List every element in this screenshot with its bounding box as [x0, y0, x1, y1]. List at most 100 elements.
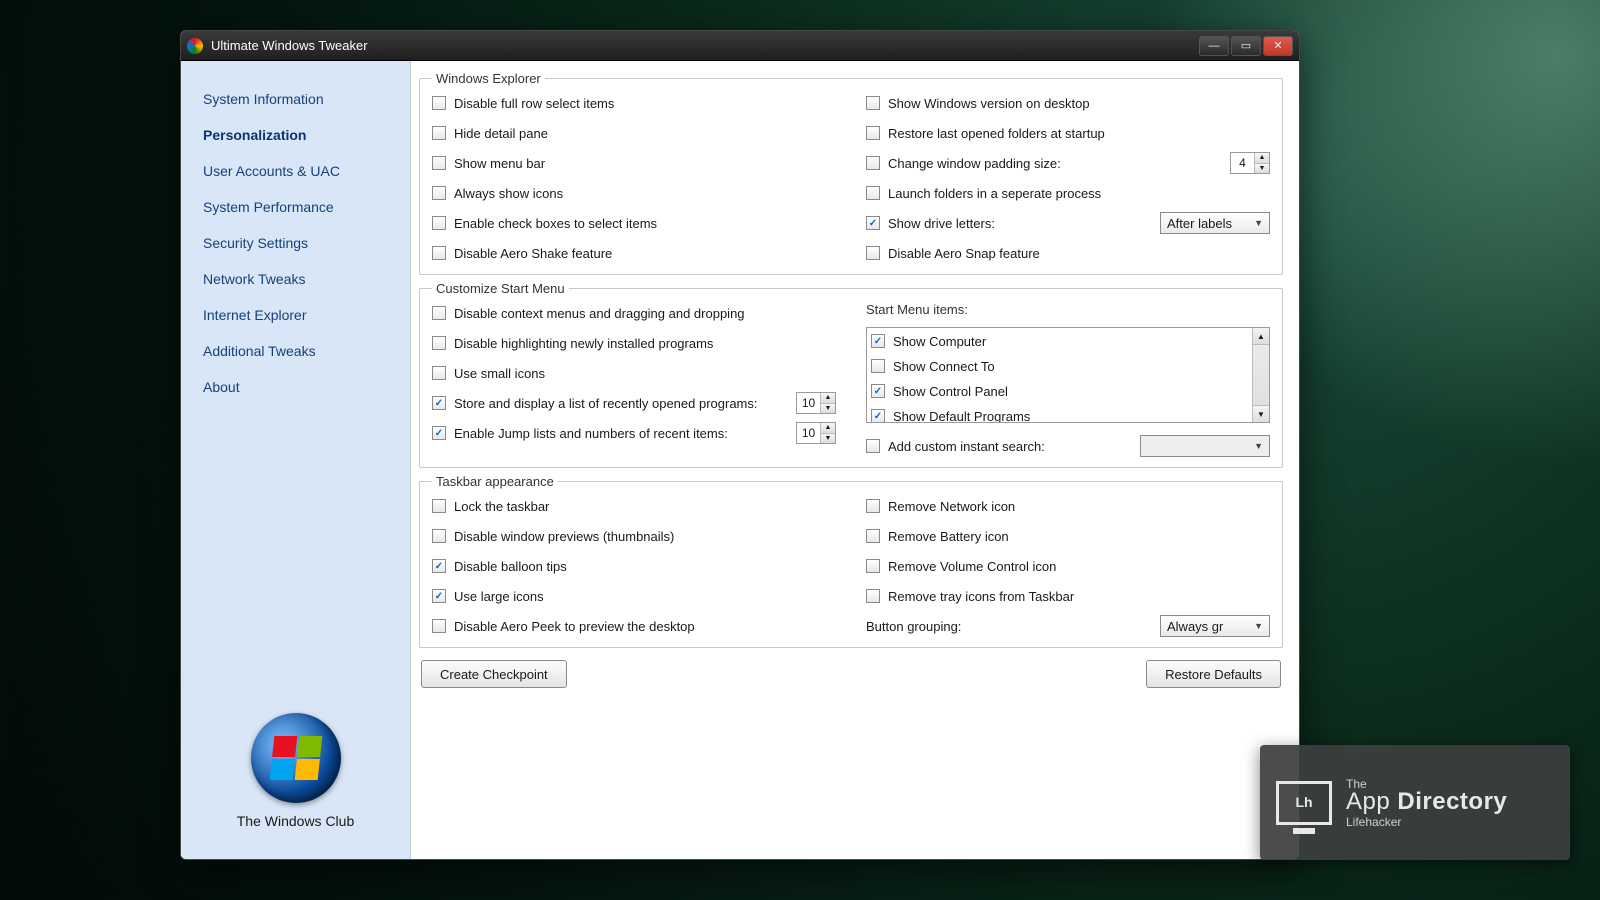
option-label: Launch folders in a seperate process — [888, 186, 1101, 201]
checkbox[interactable] — [432, 559, 446, 573]
checkbox[interactable] — [866, 126, 880, 140]
checkbox[interactable] — [432, 529, 446, 543]
badge-title-light: App — [1346, 788, 1390, 815]
sidebar-item-network-tweaks[interactable]: Network Tweaks — [181, 261, 410, 297]
checkbox[interactable] — [871, 409, 885, 422]
checkbox[interactable] — [432, 336, 446, 350]
checkbox[interactable] — [866, 529, 880, 543]
checkbox[interactable] — [866, 186, 880, 200]
checkbox[interactable] — [432, 216, 446, 230]
listbox-scrollbar[interactable]: ▲ ▼ — [1252, 328, 1269, 422]
windows-logo-icon — [251, 713, 341, 803]
option-label: Disable context menus and dragging and d… — [454, 306, 745, 321]
option-label: Hide detail pane — [454, 126, 548, 141]
option-label: Lock the taskbar — [454, 499, 549, 514]
option-label: Change window padding size: — [888, 156, 1222, 171]
badge-prefix: The — [1346, 777, 1367, 791]
list-item-label: Show Default Programs — [893, 409, 1030, 423]
minimize-button[interactable]: — — [1199, 36, 1229, 56]
group-windows-explorer: Windows Explorer Disable full row select… — [419, 71, 1283, 275]
app-directory-badge: Lh The App Directory Lifehacker — [1260, 745, 1570, 860]
sidebar-item-about[interactable]: About — [181, 369, 410, 405]
checkbox[interactable] — [866, 156, 880, 170]
option-label: Always show icons — [454, 186, 563, 201]
sidebar-item-system-performance[interactable]: System Performance — [181, 189, 410, 225]
button-grouping-combo[interactable]: Always gr▼ — [1160, 615, 1270, 637]
checkbox[interactable] — [432, 126, 446, 140]
main-panel: Windows Explorer Disable full row select… — [411, 61, 1299, 859]
checkbox[interactable] — [866, 96, 880, 110]
checkbox[interactable] — [871, 334, 885, 348]
checkbox[interactable] — [432, 396, 446, 410]
option-label: Enable Jump lists and numbers of recent … — [454, 426, 788, 441]
option-label: Restore last opened folders at startup — [888, 126, 1105, 141]
checkbox[interactable] — [866, 216, 880, 230]
list-item-label: Show Computer — [893, 334, 986, 349]
close-button[interactable]: ✕ — [1263, 36, 1293, 56]
checkbox[interactable] — [432, 246, 446, 260]
group-taskbar: Taskbar appearance Lock the taskbar Disa… — [419, 474, 1283, 648]
checkbox[interactable] — [871, 384, 885, 398]
option-label: Show Windows version on desktop — [888, 96, 1090, 111]
create-checkpoint-button[interactable]: Create Checkpoint — [421, 660, 567, 688]
sidebar-item-system-information[interactable]: System Information — [181, 81, 410, 117]
recent-programs-spinner[interactable]: 10 ▲▼ — [796, 392, 836, 414]
jump-lists-spinner[interactable]: 10 ▲▼ — [796, 422, 836, 444]
titlebar[interactable]: Ultimate Windows Tweaker — ▭ ✕ — [181, 31, 1299, 61]
maximize-button[interactable]: ▭ — [1231, 36, 1261, 56]
spinner-up-icon[interactable]: ▲ — [821, 423, 835, 434]
drive-letters-combo[interactable]: After labels▼ — [1160, 212, 1270, 234]
option-label: Disable Aero Peek to preview the desktop — [454, 619, 695, 634]
checkbox[interactable] — [871, 359, 885, 373]
checkbox[interactable] — [432, 366, 446, 380]
option-label: Remove Network icon — [888, 499, 1015, 514]
option-label: Store and display a list of recently ope… — [454, 396, 788, 411]
spinner-up-icon[interactable]: ▲ — [1255, 153, 1269, 164]
sidebar-item-personalization[interactable]: Personalization — [181, 117, 410, 153]
group-legend: Windows Explorer — [432, 71, 545, 86]
list-item-label: Show Connect To — [893, 359, 995, 374]
spinner-down-icon[interactable]: ▼ — [821, 434, 835, 444]
sidebar-item-additional-tweaks[interactable]: Additional Tweaks — [181, 333, 410, 369]
checkbox[interactable] — [432, 426, 446, 440]
scroll-up-icon[interactable]: ▲ — [1253, 328, 1269, 345]
badge-subtitle: Lifehacker — [1346, 816, 1507, 828]
custom-search-combo[interactable]: ▼ — [1140, 435, 1270, 457]
checkbox[interactable] — [866, 499, 880, 513]
option-label: Remove Battery icon — [888, 529, 1009, 544]
sidebar: System Information Personalization User … — [181, 61, 411, 859]
checkbox[interactable] — [866, 589, 880, 603]
checkbox[interactable] — [432, 186, 446, 200]
app-window: Ultimate Windows Tweaker — ▭ ✕ System In… — [180, 30, 1300, 860]
scroll-down-icon[interactable]: ▼ — [1253, 405, 1269, 422]
chevron-down-icon: ▼ — [1254, 441, 1263, 451]
window-title: Ultimate Windows Tweaker — [211, 38, 1199, 53]
sidebar-item-security-settings[interactable]: Security Settings — [181, 225, 410, 261]
padding-size-spinner[interactable]: 4 ▲▼ — [1230, 152, 1270, 174]
checkbox[interactable] — [866, 439, 880, 453]
checkbox[interactable] — [866, 559, 880, 573]
sidebar-item-internet-explorer[interactable]: Internet Explorer — [181, 297, 410, 333]
chevron-down-icon: ▼ — [1254, 621, 1263, 631]
checkbox[interactable] — [432, 619, 446, 633]
option-label: Show menu bar — [454, 156, 545, 171]
checkbox[interactable] — [866, 246, 880, 260]
app-icon — [187, 38, 203, 54]
start-menu-items-listbox[interactable]: Show Computer Show Connect To Show Contr… — [866, 327, 1270, 423]
checkbox[interactable] — [432, 156, 446, 170]
checkbox[interactable] — [432, 306, 446, 320]
spinner-down-icon[interactable]: ▼ — [821, 404, 835, 414]
option-label: Disable full row select items — [454, 96, 614, 111]
option-label: Disable balloon tips — [454, 559, 567, 574]
spinner-down-icon[interactable]: ▼ — [1255, 164, 1269, 174]
checkbox[interactable] — [432, 499, 446, 513]
sidebar-item-user-accounts-uac[interactable]: User Accounts & UAC — [181, 153, 410, 189]
spinner-up-icon[interactable]: ▲ — [821, 393, 835, 404]
group-legend: Customize Start Menu — [432, 281, 569, 296]
checkbox[interactable] — [432, 96, 446, 110]
option-label: Disable Aero Shake feature — [454, 246, 612, 261]
checkbox[interactable] — [432, 589, 446, 603]
group-legend: Taskbar appearance — [432, 474, 558, 489]
option-label: Disable highlighting newly installed pro… — [454, 336, 713, 351]
restore-defaults-button[interactable]: Restore Defaults — [1146, 660, 1281, 688]
